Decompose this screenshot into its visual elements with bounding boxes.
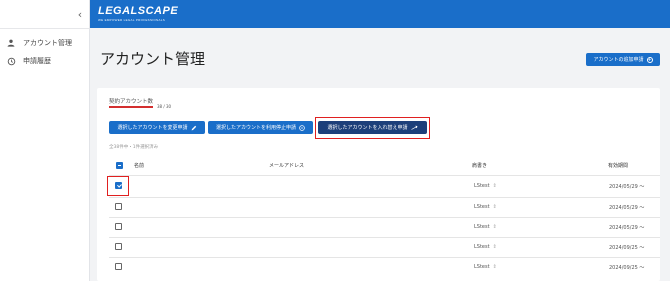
sort-icon: ⇕	[492, 244, 497, 250]
sidebar-divider	[0, 28, 90, 29]
page-title: アカウント管理	[100, 50, 206, 68]
app-header: LEGALSCAPE WE EMPOWER LEGAL PROFESSIONAL…	[90, 0, 670, 28]
row-title-text: LStest	[474, 224, 490, 230]
row-title: LStest ⇕	[474, 224, 497, 230]
contract-count: 38 / 30	[157, 104, 172, 109]
logo[interactable]: LEGALSCAPE WE EMPOWER LEGAL PROFESSIONAL…	[98, 5, 179, 23]
column-header-email[interactable]: メールアドレス	[269, 162, 304, 169]
sidebar-item-request-history[interactable]: 申請履歴	[0, 53, 90, 69]
sidebar-item-label: 申請履歴	[23, 57, 51, 65]
row-divider	[109, 175, 660, 176]
select-all-checkbox[interactable]	[116, 162, 123, 169]
row-title-text: LStest	[474, 204, 490, 210]
row-divider	[109, 237, 660, 238]
chevron-left-icon[interactable]: ‹	[74, 8, 86, 22]
row-period: 2024/05/29 〜	[609, 225, 645, 231]
contract-progress-bar	[109, 106, 153, 108]
sort-icon: ⇕	[492, 204, 497, 210]
sidebar: ‹ アカウント管理 申請履歴	[0, 0, 90, 281]
person-icon	[6, 38, 16, 48]
row-divider	[109, 197, 660, 198]
history-icon	[6, 56, 16, 66]
row-period: 2024/09/25 〜	[609, 265, 645, 271]
suspend-request-label: 選択したアカウントを利用停止申請	[215, 125, 296, 131]
row-title: LStest ⇕	[474, 204, 497, 210]
checkbox-highlight	[107, 176, 129, 196]
selection-summary: 全38件中・1件選択済み	[109, 145, 159, 150]
contract-progress-fill	[109, 106, 153, 108]
sidebar-item-account-management[interactable]: アカウント管理	[0, 35, 90, 51]
row-title-text: LStest	[474, 244, 490, 250]
row-title: LStest ⇕	[474, 264, 497, 270]
sort-icon: ⇕	[492, 224, 497, 230]
row-title-text: LStest	[474, 183, 490, 189]
add-account-request-button[interactable]: アカウントの追加申請 +	[586, 53, 660, 66]
sort-icon: ⇕	[492, 183, 497, 189]
logo-tagline: WE EMPOWER LEGAL PROFESSIONALS	[98, 18, 166, 22]
row-checkbox[interactable]	[115, 243, 122, 250]
row-checkbox[interactable]	[115, 223, 122, 230]
change-request-button[interactable]: 選択したアカウントを変更申請	[109, 121, 205, 134]
row-divider	[109, 217, 660, 218]
contract-accounts-label: 契約アカウント数	[109, 99, 154, 105]
minus-circle-icon	[299, 124, 305, 131]
pencil-icon	[191, 125, 196, 130]
row-period: 2024/09/25 〜	[609, 245, 645, 251]
logo-text: LEGALSCAPE	[98, 5, 179, 17]
add-account-request-label: アカウントの追加申請	[593, 57, 644, 63]
sort-icon: ⇕	[492, 264, 497, 270]
row-title-text: LStest	[474, 264, 490, 270]
row-divider	[109, 257, 660, 258]
row-title: LStest ⇕	[474, 183, 497, 189]
column-header-name[interactable]: 名前	[134, 162, 144, 169]
plus-circle-icon: +	[646, 56, 653, 63]
row-checkbox[interactable]	[115, 203, 122, 210]
change-request-label: 選択したアカウントを変更申請	[117, 125, 188, 131]
row-period: 2024/05/29 〜	[609, 184, 645, 190]
row-period: 2024/05/29 〜	[609, 205, 645, 211]
suspend-request-button[interactable]: 選択したアカウントを利用停止申請	[208, 121, 313, 134]
sidebar-item-label: アカウント管理	[23, 39, 72, 47]
column-header-title[interactable]: 肩書き	[472, 162, 487, 169]
row-checkbox[interactable]	[115, 263, 122, 270]
row-title: LStest ⇕	[474, 244, 497, 250]
swap-button-highlight	[315, 117, 430, 139]
column-header-period[interactable]: 有効期間	[608, 162, 628, 169]
